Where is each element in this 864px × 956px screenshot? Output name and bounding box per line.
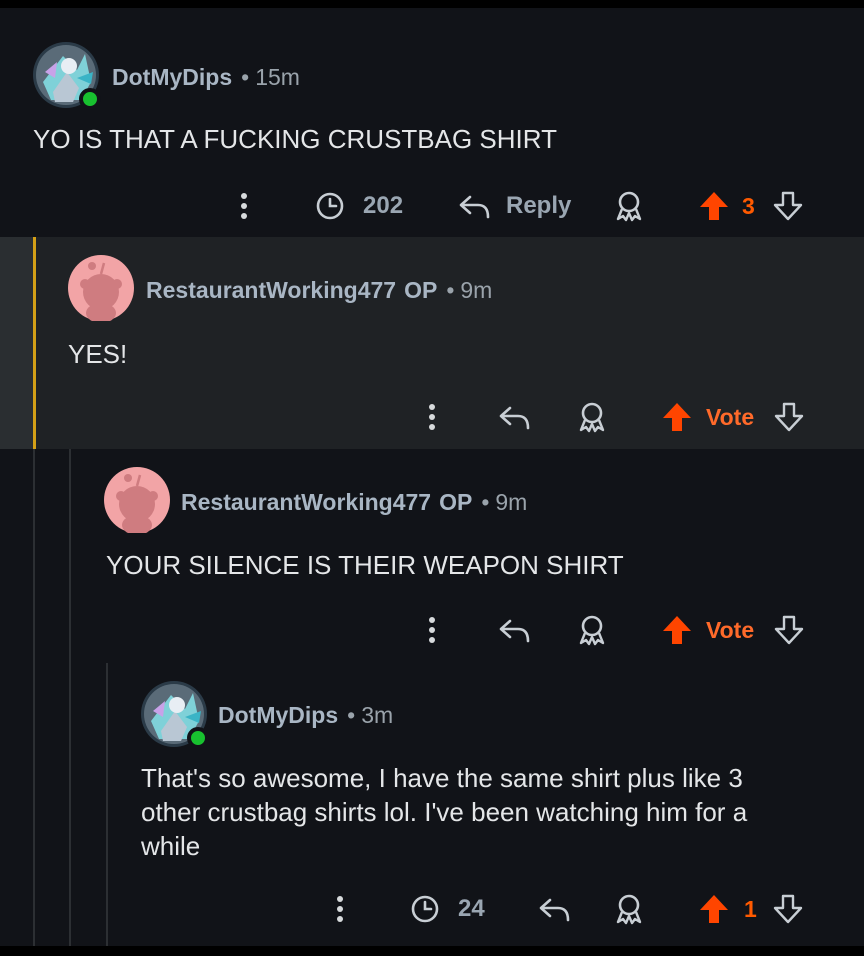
avatar[interactable]	[33, 42, 101, 110]
comment-body: That's so awesome, I have the same shirt…	[141, 761, 841, 863]
comment-body-line: while	[141, 831, 201, 861]
more-vert-icon	[429, 404, 435, 430]
score: 3	[742, 182, 755, 230]
downvote-icon	[774, 615, 804, 645]
upvote-button[interactable]	[698, 182, 730, 230]
thread-rail	[33, 449, 35, 946]
thread-rail	[69, 449, 71, 946]
award-icon	[579, 615, 605, 646]
comment-body-line: other crustbag shirts lol. I've been wat…	[141, 797, 748, 827]
op-badge: OP	[439, 489, 473, 515]
timestamp: 9m	[495, 489, 528, 515]
username[interactable]: RestaurantWorking477	[146, 277, 396, 304]
upvote-button[interactable]	[698, 885, 730, 933]
score: 1	[744, 885, 757, 933]
award-icon	[579, 402, 605, 433]
score: Vote	[706, 393, 754, 441]
upvote-icon	[663, 616, 691, 644]
upvote-button[interactable]	[661, 606, 693, 654]
reply-button[interactable]	[498, 606, 532, 654]
timestamp: 15m	[255, 64, 300, 90]
op-badge: OP	[404, 277, 438, 303]
separator-dot: •	[241, 64, 250, 90]
reply-arrow-icon	[459, 195, 490, 219]
comment-body: YES!	[68, 339, 128, 369]
username[interactable]: DotMyDips	[218, 702, 338, 729]
upvote-icon	[700, 895, 728, 923]
avatar[interactable]	[141, 681, 209, 749]
snoo-avatar-icon	[68, 255, 134, 321]
comment-body: YOUR SILENCE IS THEIR WEAPON SHIRT	[106, 550, 624, 580]
reply-arrow-icon	[499, 406, 530, 430]
more-vert-icon	[241, 193, 247, 219]
comment-body-line: That's so awesome, I have the same shirt…	[141, 763, 743, 793]
downvote-button[interactable]	[773, 606, 805, 654]
award-button[interactable]	[575, 393, 609, 441]
views-button[interactable]: 24	[410, 885, 485, 933]
timestamp: 3m	[361, 702, 394, 728]
downvote-button[interactable]	[773, 393, 805, 441]
more-vert-icon	[429, 617, 435, 643]
reply-button[interactable]	[498, 393, 532, 441]
downvote-icon	[773, 894, 803, 924]
online-indicator	[187, 727, 209, 749]
bottom-strip	[0, 946, 864, 956]
reply-label: Reply	[506, 192, 572, 219]
vote-label: Vote	[706, 616, 755, 643]
vote-label: Vote	[706, 403, 755, 430]
award-button[interactable]	[612, 182, 646, 230]
more-button[interactable]	[420, 606, 444, 654]
top-strip	[0, 0, 864, 8]
score-value: 1	[744, 895, 757, 922]
timestamp: 9m	[460, 277, 493, 303]
reply-button[interactable]	[538, 885, 572, 933]
snoo-avatar-icon	[104, 467, 170, 533]
comment-2: RestaurantWorking477 OP • 9m YES! Vote	[0, 237, 864, 449]
separator-dot: •	[481, 489, 490, 515]
comment-3: RestaurantWorking477 OP • 9m YOUR SILENC…	[0, 449, 864, 946]
comment-1: DotMyDips • 15m YO IS THAT A FUCKING CRU…	[0, 8, 864, 237]
username[interactable]: RestaurantWorking477	[181, 489, 431, 516]
separator-dot: •	[446, 277, 455, 303]
more-button[interactable]	[232, 182, 256, 230]
views-button[interactable]: 202	[315, 182, 403, 230]
upvote-icon	[663, 403, 691, 431]
reply-arrow-icon	[499, 619, 530, 643]
clock-icon	[316, 192, 344, 220]
score: Vote	[706, 606, 754, 654]
comment-body: YO IS THAT A FUCKING CRUSTBAG SHIRT	[33, 124, 557, 154]
separator-dot: •	[347, 702, 356, 728]
views-count: 24	[458, 895, 485, 922]
award-icon	[616, 894, 642, 925]
award-button[interactable]	[575, 606, 609, 654]
score-value: 3	[742, 192, 755, 219]
views-count: 202	[363, 192, 404, 219]
avatar[interactable]	[104, 467, 170, 533]
username[interactable]: DotMyDips	[112, 64, 232, 91]
avatar[interactable]	[68, 255, 134, 321]
downvote-button[interactable]	[772, 182, 804, 230]
downvote-icon	[773, 191, 803, 221]
award-button[interactable]	[612, 885, 646, 933]
more-button[interactable]	[328, 885, 352, 933]
upvote-icon	[700, 192, 728, 220]
clock-icon	[411, 895, 439, 923]
downvote-button[interactable]	[772, 885, 804, 933]
downvote-icon	[774, 402, 804, 432]
online-indicator	[79, 88, 101, 110]
more-vert-icon	[337, 896, 343, 922]
more-button[interactable]	[420, 393, 444, 441]
reply-button[interactable]: Reply	[458, 182, 571, 230]
reply-arrow-icon	[539, 898, 570, 922]
award-icon	[616, 191, 642, 222]
upvote-button[interactable]	[661, 393, 693, 441]
